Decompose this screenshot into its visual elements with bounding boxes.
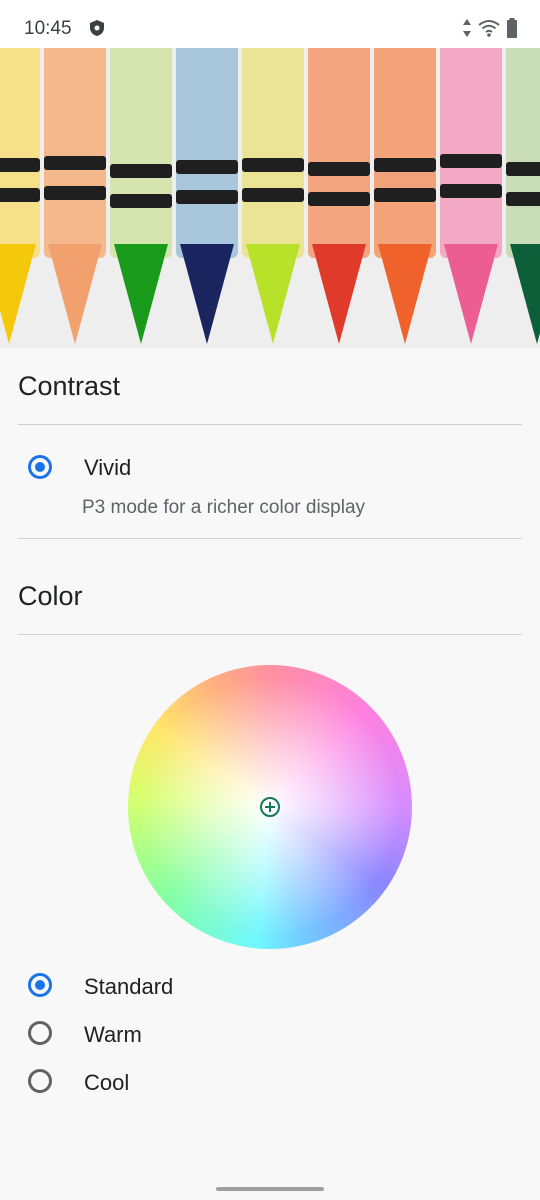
color-section-title: Color [18, 581, 83, 611]
crayon-green [110, 48, 172, 348]
crayon-pink [440, 48, 502, 348]
crayon-lime [242, 48, 304, 348]
contrast-bottom-divider [18, 538, 522, 539]
warm-label: Warm [84, 1022, 142, 1047]
status-icons [462, 18, 518, 38]
wheel-handle-icon[interactable] [259, 796, 281, 818]
cool-radio[interactable] [28, 1069, 52, 1093]
vivid-description: P3 mode for a richer color display [82, 497, 366, 518]
contrast-section-title: Contrast [18, 371, 121, 401]
crayon-darkgreen [506, 48, 540, 348]
status-bar: 10:45 [0, 0, 540, 48]
crayon-orange [374, 48, 436, 348]
cool-label: Cool [84, 1070, 130, 1095]
status-time: 10:45 [24, 18, 72, 39]
warm-radio[interactable] [28, 1021, 52, 1045]
wifi-icon [478, 20, 500, 37]
gesture-navigation-bar[interactable] [216, 1187, 324, 1191]
vivid-label: Vivid [84, 455, 132, 480]
crayon-red [308, 48, 370, 348]
crayon-navy [176, 48, 238, 348]
standard-radio[interactable] [28, 973, 52, 997]
battery-icon [507, 18, 517, 38]
contrast-divider [18, 424, 522, 425]
shield-icon [90, 20, 104, 36]
hero-crayons-image [0, 48, 540, 348]
vivid-radio[interactable] [28, 455, 52, 479]
data-arrows-icon [463, 19, 471, 37]
standard-label: Standard [84, 974, 174, 999]
crayon-peach [44, 48, 106, 348]
crayon-yellow [0, 48, 40, 348]
color-divider [18, 634, 522, 635]
